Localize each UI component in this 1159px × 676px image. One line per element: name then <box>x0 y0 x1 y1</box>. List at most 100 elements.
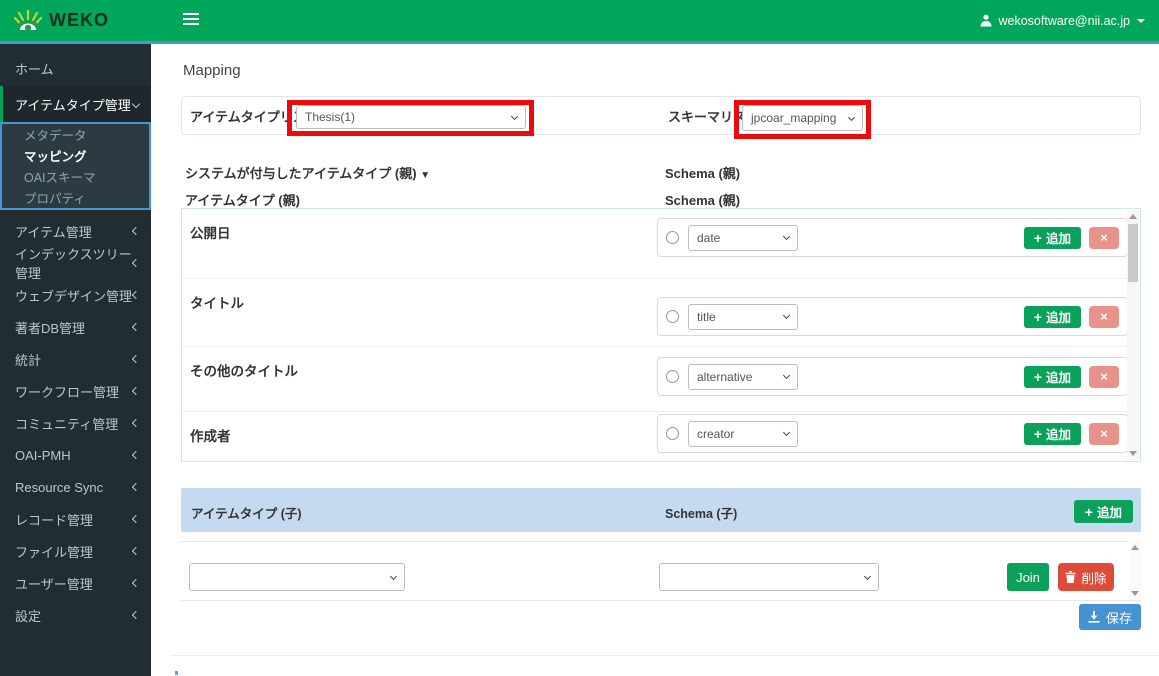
schema-mapping-card: date +追加 × <box>657 218 1128 257</box>
page-artifact-dot <box>175 671 178 675</box>
schema-property-select[interactable]: title <box>688 304 798 330</box>
join-button[interactable]: Join <box>1007 563 1049 591</box>
user-icon <box>980 14 992 27</box>
system-itemtype-header-row: システムが付与したアイテムタイプ (親) ▼ Schema (親) <box>181 163 1141 179</box>
parent-mapping-panel: 公開日 date +追加 × タイトル title <box>181 208 1141 462</box>
remove-mapping-button[interactable]: × <box>1089 366 1119 388</box>
radio-button[interactable] <box>666 231 679 244</box>
chevron-down-icon <box>783 312 790 319</box>
x-icon: × <box>1100 230 1108 245</box>
user-account-menu[interactable]: wekosoftware@nii.ac.jp <box>980 0 1146 41</box>
sidebar-item-home[interactable]: ホーム <box>0 50 151 86</box>
sidebar-item-workflow-management[interactable]: ワークフロー管理 <box>0 375 151 407</box>
child-section-header: アイテムタイプ (子) Schema (子) +追加 <box>181 488 1141 532</box>
weko-logo[interactable]: WEKO <box>0 0 151 41</box>
schema-mapping-card: creator +追加 × <box>657 414 1128 453</box>
accent-divider <box>0 41 1159 44</box>
mapping-page: Mapping アイテムタイプリスト Thesis(1) スキーマリスト jpc… <box>151 44 1159 676</box>
divider <box>170 655 1159 656</box>
sidebar-item-itemtype-management[interactable]: アイテムタイプ管理 <box>0 86 151 122</box>
delete-button[interactable]: 削除 <box>1058 563 1114 591</box>
remove-mapping-button[interactable]: × <box>1089 306 1119 328</box>
schema-property-select[interactable]: creator <box>688 421 798 447</box>
mapping-row-title: タイトル title +追加 × <box>182 278 1127 346</box>
scrollbar[interactable] <box>1129 541 1141 600</box>
sidebar-item-resource-sync[interactable]: Resource Sync <box>0 471 151 503</box>
scrollbar[interactable] <box>1127 210 1139 460</box>
remove-mapping-button[interactable]: × <box>1089 227 1119 249</box>
schema-property-value: date <box>697 231 720 245</box>
sidebar-item-web-design-management[interactable]: ウェブデザイン管理 <box>0 279 151 311</box>
divider <box>181 541 1128 542</box>
trash-icon <box>1065 571 1076 583</box>
sidebar-item-mapping[interactable]: マッピング <box>2 145 149 166</box>
sidebar-item-settings[interactable]: 設定 <box>0 599 151 631</box>
itemtype-property-label: タイトル <box>190 292 244 312</box>
sidebar-item-user-management[interactable]: ユーザー管理 <box>0 567 151 599</box>
chevron-left-icon <box>132 547 140 555</box>
chevron-left-icon <box>132 483 140 491</box>
chevron-left-icon <box>132 387 140 395</box>
sidebar-item-metadata[interactable]: メタデータ <box>2 124 149 145</box>
chevron-down-icon <box>783 372 790 379</box>
chevron-down-icon <box>848 113 855 120</box>
schema-property-select[interactable]: date <box>688 225 798 251</box>
radio-button[interactable] <box>666 310 679 323</box>
chevron-left-icon <box>132 515 140 523</box>
schema-parent-header: Schema (親) <box>665 163 740 182</box>
itemtype-child-select[interactable] <box>189 563 405 591</box>
schema-child-select[interactable] <box>659 563 879 591</box>
scroll-thumb[interactable] <box>1128 224 1138 282</box>
add-mapping-button[interactable]: +追加 <box>1024 366 1081 388</box>
chevron-down-icon <box>864 572 871 579</box>
sidebar-item-index-tree-management[interactable]: インデックスツリー管理 <box>0 247 151 279</box>
add-mapping-button[interactable]: +追加 <box>1024 423 1081 445</box>
plus-icon: + <box>1034 369 1042 385</box>
scroll-up-arrow[interactable] <box>1129 214 1137 219</box>
sidebar-item-file-management[interactable]: ファイル管理 <box>0 535 151 567</box>
schema-property-value: creator <box>697 427 734 441</box>
chevron-left-icon <box>132 227 140 235</box>
sidebar-item-property[interactable]: プロパティ <box>2 187 149 208</box>
add-mapping-button[interactable]: +追加 <box>1024 306 1081 328</box>
sidebar-item-oai-pmh[interactable]: OAI-PMH <box>0 439 151 471</box>
schema-mapping-card: title +追加 × <box>657 297 1128 336</box>
sidebar-item-record-management[interactable]: レコード管理 <box>0 503 151 535</box>
sidebar-item-oai-schema[interactable]: OAIスキーマ <box>2 166 149 187</box>
download-icon <box>1088 611 1100 623</box>
chevron-left-icon <box>132 355 140 363</box>
page-title: Mapping <box>183 62 241 79</box>
sidebar-item-statistics[interactable]: 統計 <box>0 343 151 375</box>
scroll-up-arrow[interactable] <box>1131 545 1139 550</box>
child-mapping-panel: Join 削除 <box>181 532 1141 601</box>
hamburger-menu-icon[interactable] <box>183 13 199 27</box>
caret-down-icon <box>1137 19 1145 23</box>
itemtype-list-select[interactable]: Thesis(1) <box>296 105 526 129</box>
x-icon: × <box>1100 369 1108 384</box>
plus-icon: + <box>1034 230 1042 246</box>
chevron-left-icon <box>132 611 140 619</box>
schema-mapping-card: alternative +追加 × <box>657 357 1128 396</box>
scroll-down-arrow[interactable] <box>1129 451 1137 456</box>
sidebar-item-community-management[interactable]: コミュニティ管理 <box>0 407 151 439</box>
save-button[interactable]: 保存 <box>1079 604 1141 630</box>
x-icon: × <box>1100 309 1108 324</box>
sidebar-item-author-db-management[interactable]: 著者DB管理 <box>0 311 151 343</box>
brand-name: WEKO <box>49 10 109 31</box>
filter-panel: アイテムタイプリスト Thesis(1) スキーマリスト jpcoar_mapp… <box>181 96 1141 135</box>
radio-button[interactable] <box>666 370 679 383</box>
chevron-left-icon <box>132 291 140 299</box>
schema-list-select[interactable]: jpcoar_mapping <box>742 105 863 131</box>
remove-mapping-button[interactable]: × <box>1089 423 1119 445</box>
chevron-left-icon <box>132 579 140 587</box>
mapping-row-pubdate: 公開日 date +追加 × <box>182 209 1127 278</box>
add-mapping-button[interactable]: +追加 <box>1024 227 1081 249</box>
chevron-left-icon <box>132 419 140 427</box>
scroll-down-arrow[interactable] <box>1131 591 1139 596</box>
user-email: wekosoftware@nii.ac.jp <box>999 14 1131 28</box>
system-itemtype-header[interactable]: システムが付与したアイテムタイプ (親) ▼ <box>185 163 430 182</box>
radio-button[interactable] <box>666 427 679 440</box>
schema-property-select[interactable]: alternative <box>688 364 798 390</box>
add-child-mapping-button[interactable]: +追加 <box>1074 500 1133 523</box>
sidebar-item-item-management[interactable]: アイテム管理 <box>0 215 151 247</box>
